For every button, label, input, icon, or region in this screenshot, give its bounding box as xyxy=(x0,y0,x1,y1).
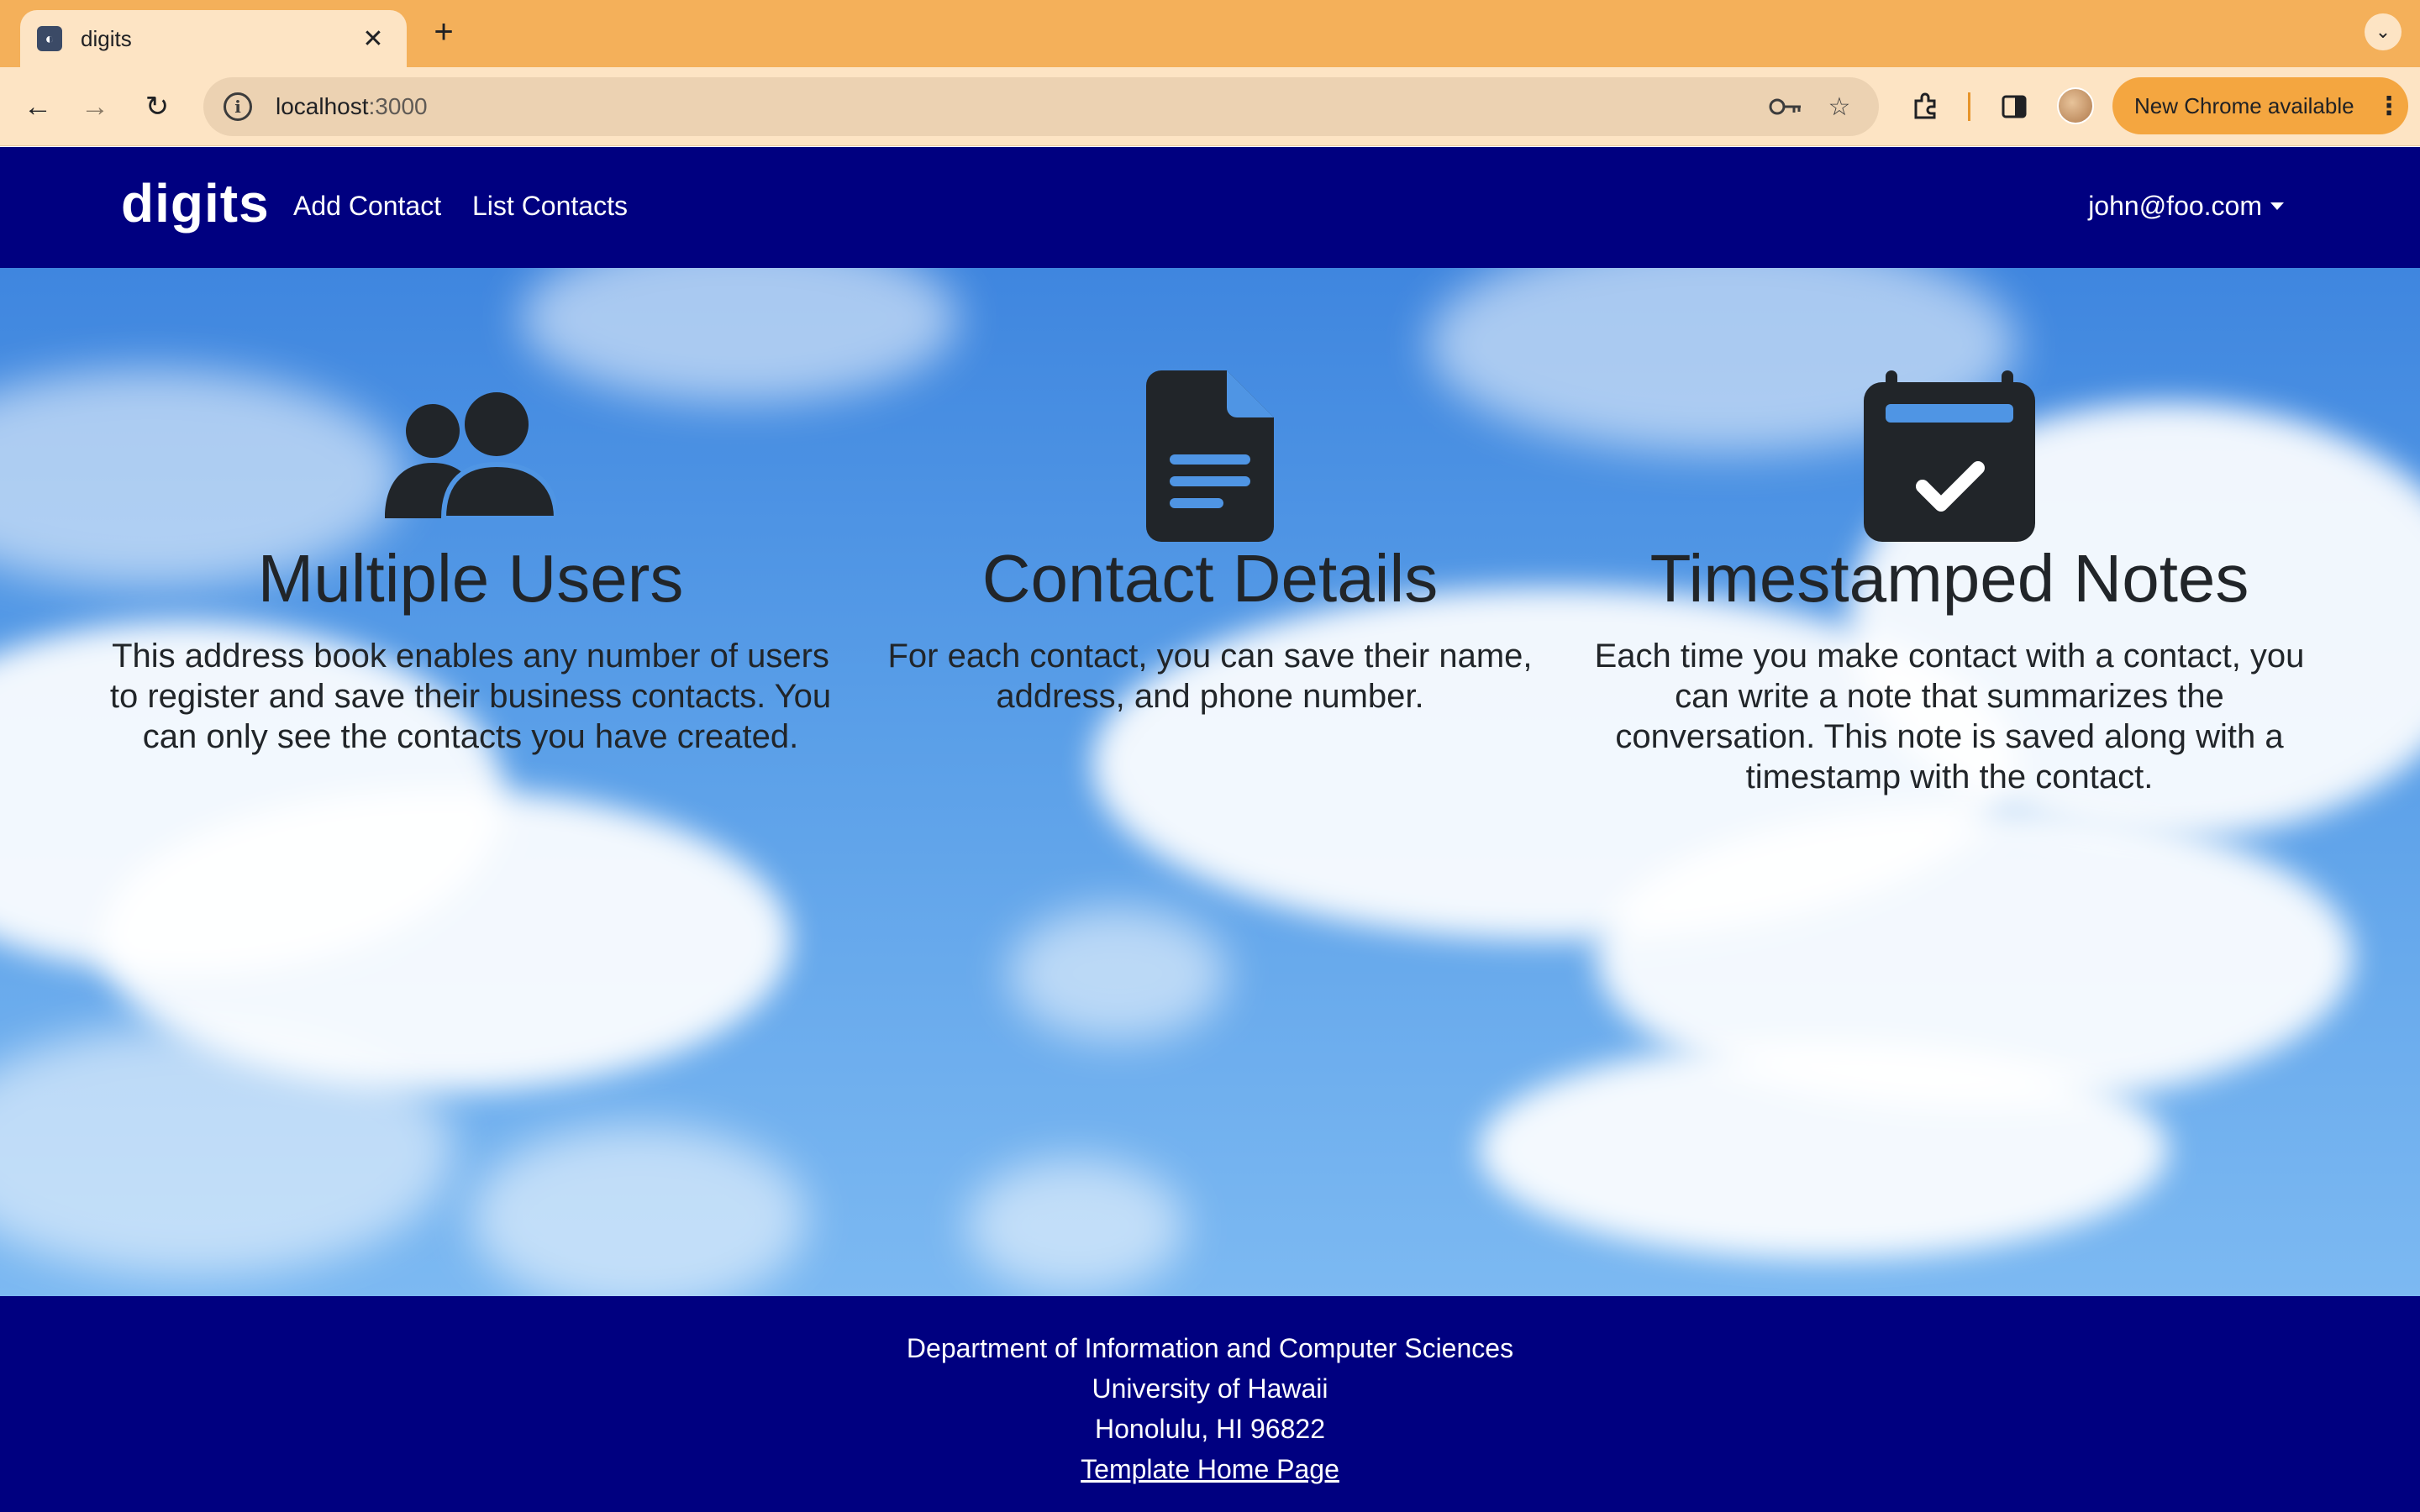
feature-title: Contact Details xyxy=(981,541,1439,616)
browser-tabstrip: ◐ digits ✕ + ⌄ xyxy=(0,0,2420,67)
template-home-link[interactable]: Template Home Page xyxy=(0,1449,2420,1489)
site-info-icon[interactable]: i xyxy=(224,92,252,121)
site-navbar: digits Add Contact List Contacts john@fo… xyxy=(0,147,2420,268)
footer-department: Department of Information and Computer S… xyxy=(906,1333,1514,1363)
cloud-shape xyxy=(966,1158,1185,1293)
chrome-update-button[interactable]: New Chrome available ⋮ xyxy=(2112,77,2408,134)
feature-title: Timestamped Notes xyxy=(1649,541,2249,616)
bookmark-star-icon[interactable]: ☆ xyxy=(1820,87,1859,126)
tab-title: digits xyxy=(81,25,132,51)
calendar-check-icon xyxy=(1864,370,2035,546)
side-panel-icon[interactable] xyxy=(1993,86,2035,128)
new-tab-button[interactable]: + xyxy=(425,13,462,50)
nav-list-contacts[interactable]: List Contacts xyxy=(472,191,628,222)
user-email: john@foo.com xyxy=(2088,191,2262,221)
reload-icon[interactable]: ↻ xyxy=(136,86,178,128)
toolbar-divider xyxy=(1968,92,1970,121)
back-arrow-icon[interactable]: ← xyxy=(17,86,59,128)
file-document-icon xyxy=(1146,370,1274,546)
feature-description: For each contact, you can save their nam… xyxy=(887,638,1533,715)
footer-address: Honolulu, HI 96822 xyxy=(1095,1414,1325,1444)
cloud-shape xyxy=(1008,906,1227,1041)
tab-search-chevron-icon[interactable]: ⌄ xyxy=(2365,13,2402,50)
url-text: localhost:3000 xyxy=(276,93,428,119)
caret-down-icon xyxy=(2270,202,2284,210)
cloud-shape xyxy=(521,268,958,402)
browser-tab[interactable]: ◐ digits ✕ xyxy=(20,10,407,67)
user-dropdown[interactable]: john@foo.com xyxy=(2088,191,2284,222)
profile-avatar[interactable] xyxy=(2057,87,2094,124)
cloud-shape xyxy=(471,1125,807,1296)
users-icon xyxy=(385,392,560,522)
tab-favicon-icon: ◐ xyxy=(37,26,62,51)
more-vertical-icon[interactable]: ⋮ xyxy=(2370,92,2408,121)
brand-logo[interactable]: digits xyxy=(121,172,270,234)
tab-close-icon[interactable]: ✕ xyxy=(356,24,390,54)
feature-description: Each time you make contact with a contac… xyxy=(1594,638,2305,795)
site-footer: Department of Information and Computer S… xyxy=(0,1296,2420,1512)
nav-add-contact[interactable]: Add Contact xyxy=(293,191,441,222)
hero-section: Multiple Users This address book enables… xyxy=(0,268,2420,1296)
address-bar[interactable]: i localhost:3000 ☆ xyxy=(203,77,1879,136)
password-key-icon[interactable] xyxy=(1766,87,1805,126)
cloud-shape xyxy=(1479,1041,2168,1259)
footer-university: University of Hawaii xyxy=(1092,1373,1328,1404)
feature-title: Multiple Users xyxy=(257,541,684,616)
update-label: New Chrome available xyxy=(2134,92,2354,118)
extensions-puzzle-icon[interactable] xyxy=(1904,86,1946,128)
forward-arrow-icon[interactable]: → xyxy=(74,86,116,128)
feature-description: This address book enables any number of … xyxy=(109,638,832,755)
